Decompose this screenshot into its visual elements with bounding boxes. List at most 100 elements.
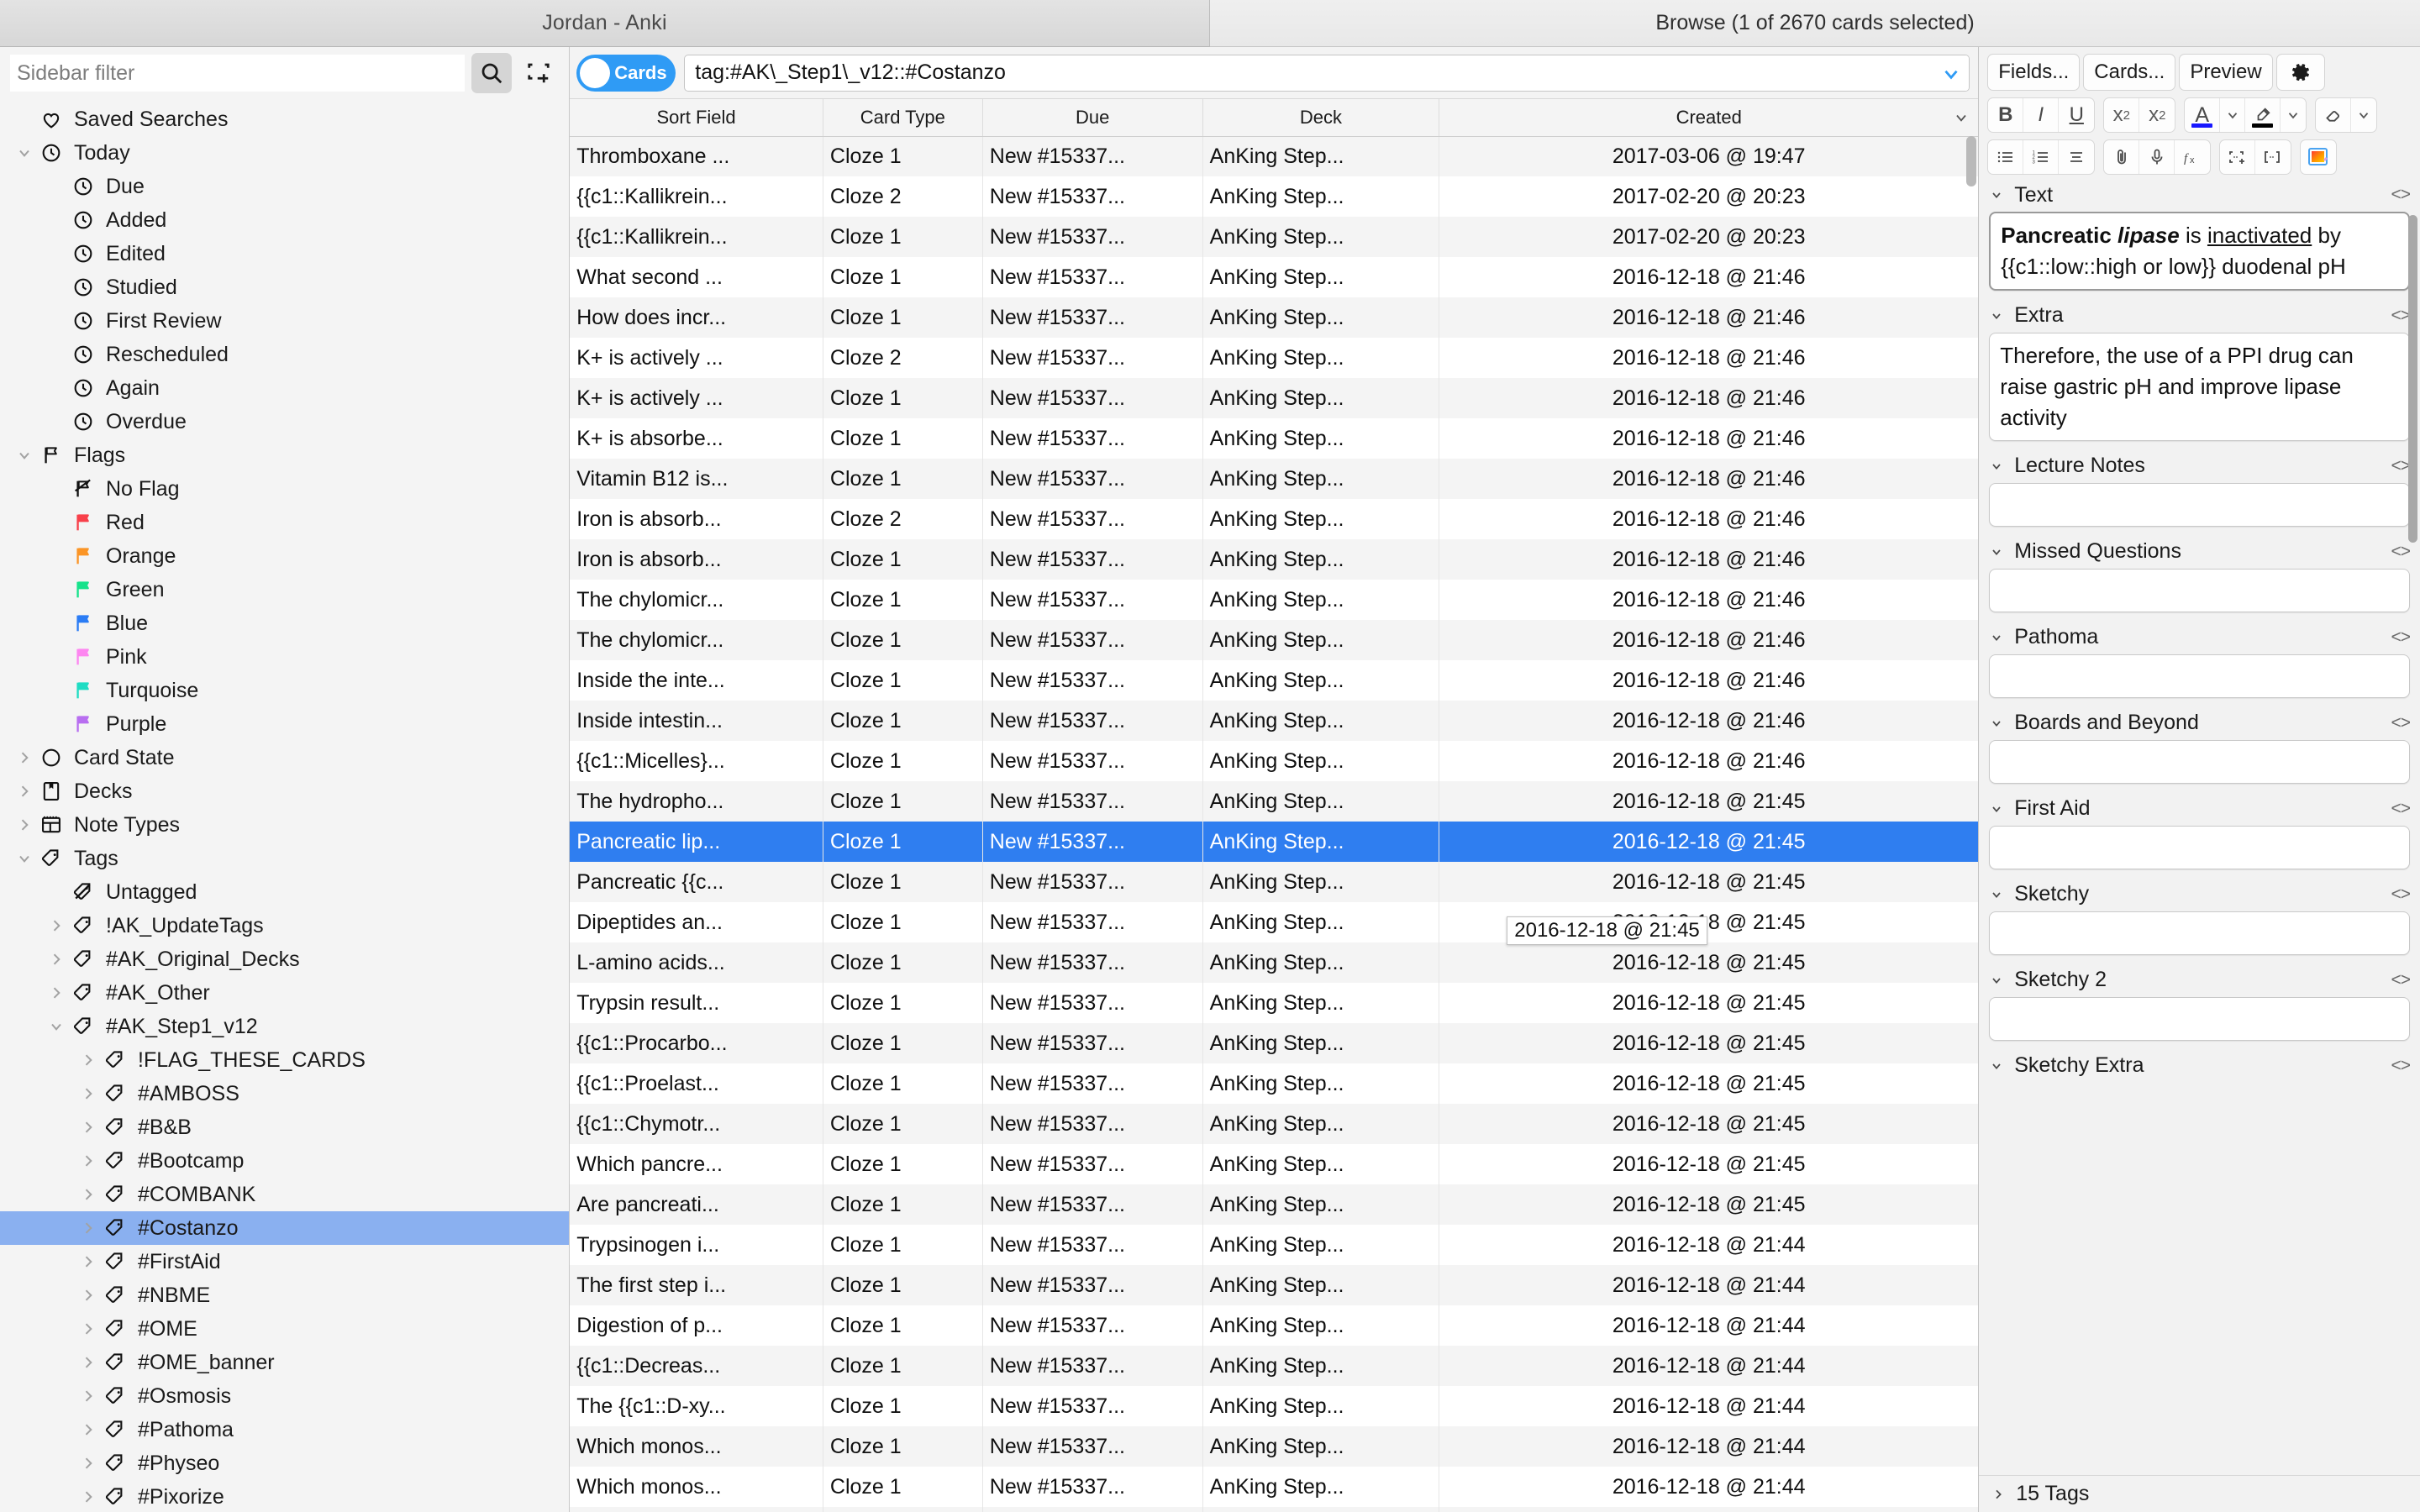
cards-table[interactable]: Sort Field Card Type Due Deck Created Thromb… [570,99,1979,1512]
sidebar-item-pathoma[interactable]: #Pathoma [0,1413,569,1446]
column-header-sort-field[interactable]: Sort Field [570,99,823,137]
chevron-down-icon[interactable] [1987,631,2006,644]
attach-media-button[interactable] [2104,140,2140,174]
editor-scrollbar[interactable] [2408,215,2417,543]
sidebar-item-firstaid[interactable]: #FirstAid [0,1245,569,1278]
chevron-right-icon[interactable] [76,1320,101,1337]
sidebar-item-red[interactable]: Red [0,506,569,539]
table-row[interactable]: Which monos... Cloze 1 New #15337... AnKing… [570,1467,1979,1507]
sidebar-item-note-types[interactable]: Note Types [0,808,569,842]
sidebar-item-ak-original-decks[interactable]: #AK_Original_Decks [0,942,569,976]
table-row[interactable]: Iron is absorb... Cloze 1 New #15337... AnK… [570,539,1979,580]
chevron-down-icon[interactable] [1987,974,2006,987]
chevron-right-icon[interactable] [44,917,69,934]
subscript-button[interactable]: x2 [2139,98,2175,132]
field-header-lecture-notes[interactable]: Lecture Notes <> [1979,449,2420,483]
underline-button[interactable]: U [2059,98,2094,132]
sidebar-search-button[interactable] [471,53,513,93]
sidebar-item-saved-searches[interactable]: Saved Searches [0,102,569,136]
field-input-first-aid[interactable] [1989,825,2410,869]
sidebar-item-flag-these-cards[interactable]: !FLAG_THESE_CARDS [0,1043,569,1077]
html-code-icon[interactable]: <> [2391,970,2411,990]
sidebar-item-rescheduled[interactable]: Rescheduled [0,338,569,371]
sidebar-tree[interactable]: Saved Searches Today Due Added Edited Studied… [0,99,570,1512]
sidebar-item-nbme[interactable]: #NBME [0,1278,569,1312]
cards-notes-toggle[interactable]: Cards [576,54,676,92]
table-row[interactable]: Glucose, gala...Cloze 1New #15337...AnKi… [570,1507,1979,1512]
sidebar-filter-input[interactable] [10,55,466,92]
table-row[interactable]: {{c1::Kallikrein... Cloze 1 New #15337... A… [570,217,1979,257]
cards-button[interactable]: Cards... [2083,54,2176,91]
sidebar-item-ak-other[interactable]: #AK_Other [0,976,569,1010]
html-code-icon[interactable]: <> [2391,1056,2411,1076]
italic-button[interactable]: I [2023,98,2060,132]
chevron-right-icon[interactable] [76,1085,101,1102]
field-input-sketchy[interactable] [1989,911,2410,955]
chevron-down-icon[interactable] [1987,717,2006,730]
table-row[interactable]: The chylomicr... Cloze 1 New #15337... AnKi… [570,620,1979,660]
chevron-down-icon[interactable] [12,447,37,464]
column-header-card-type[interactable]: Card Type [823,99,983,137]
table-row[interactable]: Trypsinogen i... Cloze 1 New #15337... AnKi… [570,1225,1979,1265]
field-header-missed-questions[interactable]: Missed Questions <> [1979,535,2420,569]
editor-settings-button[interactable] [2275,54,2325,91]
sidebar-item-due[interactable]: Due [0,170,569,203]
sidebar-item-orange[interactable]: Orange [0,539,569,573]
note-tags-row[interactable]: 15 Tags [1979,1475,2420,1512]
image-occlusion-button[interactable] [2301,140,2336,174]
table-row[interactable]: {{c1::Kallikrein... Cloze 2 New #15337... A… [570,176,1979,217]
sidebar-item-again[interactable]: Again [0,371,569,405]
fields-button[interactable]: Fields... [1987,54,2081,91]
chevron-right-icon[interactable] [76,1186,101,1203]
sidebar-item-costanzo[interactable]: #Costanzo [0,1211,570,1245]
column-header-created[interactable]: Created [1439,99,1979,137]
sidebar-item-card-state[interactable]: Card State [0,741,569,774]
sidebar-item-ome[interactable]: #OME [0,1312,569,1346]
field-input-sketchy-2[interactable] [1989,996,2410,1041]
chevron-down-icon[interactable] [1987,545,2006,559]
chevron-right-icon[interactable] [44,951,69,968]
html-code-icon[interactable]: <> [2391,799,2411,819]
new-cloze-button[interactable] [2220,140,2256,174]
chevron-down-icon[interactable] [1953,109,1970,126]
sidebar-item-no-flag[interactable]: No Flag [0,472,569,506]
sidebar-item-pixorize[interactable]: #Pixorize [0,1480,569,1512]
table-row[interactable]: Are pancreati... Cloze 1 New #15337... AnKi… [570,1184,1979,1225]
highlight-color-dropdown[interactable] [2281,98,2306,132]
chevron-right-icon[interactable] [12,816,37,833]
table-row[interactable]: Pancreatic lip... Cloze 1 New #15337... AnK… [570,822,1979,862]
table-row[interactable]: K+ is absorbe... Cloze 1 New #15337... AnKi… [570,418,1979,459]
table-row[interactable]: {{c1::Proelast... Cloze 1 New #15337... AnK… [570,1063,1979,1104]
ordered-list-button[interactable]: 1 2 3 [2023,140,2060,174]
field-header-first-aid[interactable]: First Aid <> [1979,792,2420,826]
alignment-button[interactable] [2059,140,2094,174]
chevron-down-icon[interactable] [1987,459,2006,473]
field-input-extra[interactable]: Therefore, the use of a PPI drug can rai… [1989,332,2410,441]
table-row[interactable]: Digestion of p... Cloze 1 New #15337... AnK… [570,1305,1979,1346]
chevron-right-icon[interactable] [76,1119,101,1136]
chevron-right-icon[interactable] [76,1253,101,1270]
bold-button[interactable]: B [1988,98,2024,132]
sidebar-item-bootcamp[interactable]: #Bootcamp [0,1144,569,1178]
table-row[interactable]: Thromboxane ... Cloze 1 New #15337... AnKin… [570,136,1979,176]
sidebar-item-pink[interactable]: Pink [0,640,569,674]
html-code-icon[interactable]: <> [2391,306,2411,326]
search-input-wrapper[interactable]: tag:#AK\_Step1\_v12::#Costanzo [684,54,1970,92]
text-color-dropdown[interactable] [2220,98,2246,132]
table-row[interactable]: Pancreatic {{c... Cloze 1 New #15337... AnK… [570,862,1979,902]
table-row[interactable]: The {{c1::D-xy... Cloze 1 New #15337... AnK… [570,1386,1979,1426]
html-code-icon[interactable]: <> [2391,885,2411,905]
sidebar-item-untagged[interactable]: Untagged [0,875,569,909]
chevron-down-icon[interactable] [1987,1059,2006,1073]
html-code-icon[interactable]: <> [2391,185,2411,205]
search-history-dropdown-button[interactable] [1933,55,1970,91]
chevron-right-icon[interactable] [76,1388,101,1404]
sidebar-item-b-b[interactable]: #B&B [0,1110,569,1144]
table-row[interactable]: Trypsin result... Cloze 1 New #15337... AnK… [570,983,1979,1023]
sidebar-item-osmosis[interactable]: #Osmosis [0,1379,569,1413]
field-header-sketchy-2[interactable]: Sketchy 2 <> [1979,963,2420,997]
column-header-due[interactable]: Due [982,99,1203,137]
chevron-right-icon[interactable] [76,1220,101,1236]
table-row[interactable]: K+ is actively ... Cloze 2 New #15337... An… [570,338,1979,378]
chevron-right-icon[interactable] [76,1455,101,1472]
